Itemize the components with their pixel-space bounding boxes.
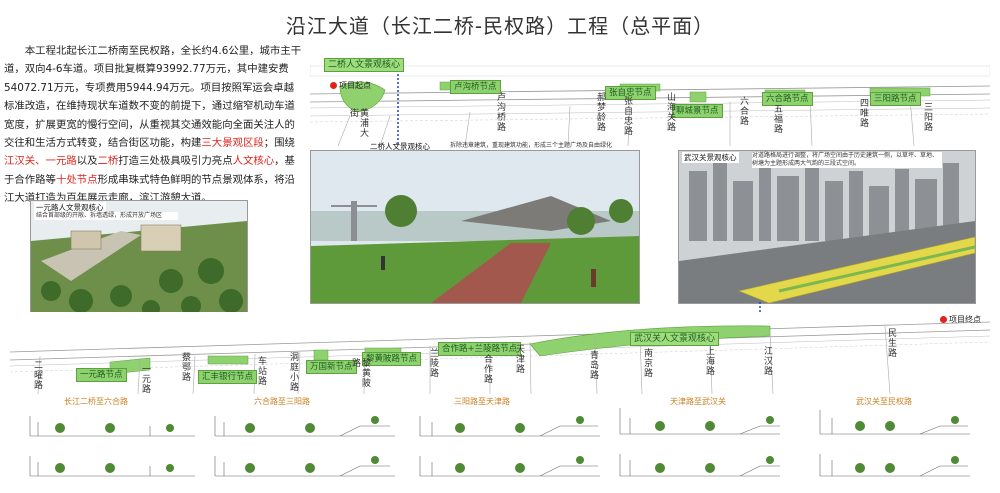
photo-erqiao-title: 二桥人文景观核心 <box>370 142 430 151</box>
end-label: 项目终点 <box>949 315 981 324</box>
intro-part: 本工程北起长江二桥南至民权路，全长约4.6公里，城市主干道，双向4-6车道。项目… <box>4 45 302 150</box>
intro-part: ；围绕 <box>263 137 295 150</box>
end-dot-icon <box>940 316 947 323</box>
road-label: 合作路 <box>482 354 492 384</box>
photo-jianghan-render <box>678 150 976 304</box>
intro-highlight: 十处节点 <box>55 173 98 186</box>
photo-yiyuan-desc: 结合首部级的开敞、拆墙透绿，形成开放广场区 <box>34 212 178 220</box>
road-label: 天津路 <box>514 344 524 374</box>
photo-jianghan-desc: 对道路格局进行调整，将广场空间由于历史建筑一侧，以草坪、草地、树塘为主题形成两大… <box>752 152 942 168</box>
intro-highlight: 人文核心 <box>232 155 275 168</box>
road-label: 一元路 <box>140 364 150 394</box>
road-label: 青岛路 <box>588 350 598 380</box>
road-label: 江汉路 <box>762 346 772 376</box>
intro-highlight: 三大景观区段 <box>201 137 264 150</box>
node-tag-luhan: 卢沟桥节点 <box>450 80 501 94</box>
road-label: 张自忠路 <box>622 96 632 136</box>
node-tag-lijiang: 聊城景节点 <box>672 104 723 118</box>
start-marker: 项目起点 <box>330 80 371 91</box>
node-tag-liuhe: 六合路节点 <box>762 92 813 106</box>
road-label: 洞庭小路 <box>288 352 298 392</box>
road-label: 蔡鄂路 <box>180 352 190 382</box>
node-tag-yiyuan: 一元路节点 <box>76 368 127 382</box>
road-label: 五福路 <box>772 104 782 134</box>
start-dot-icon <box>330 82 337 89</box>
photo-erqiao-desc: 拆除违章建筑，重现建筑功能，形成三个主题广场及自由绿化 <box>450 142 613 149</box>
intro-text: 本工程北起长江二桥南至民权路，全长约4.6公里，城市主干道，双向4-6车道。项目… <box>4 42 304 208</box>
intro-highlight: 二桥 <box>97 155 119 168</box>
node-tag-erqiao: 二桥人文景观核心 <box>324 58 405 72</box>
cross-sections: 长江二桥至六合路 六合路至三阳路 三阳路至天津路 天津路至武汉关 武汉关至民权路 <box>20 396 980 492</box>
road-label: 二曜路 <box>32 360 42 390</box>
photo-erqiao-render <box>310 150 640 304</box>
intro-highlight: 江汉关、一元路 <box>4 155 77 168</box>
road-label: 郝梦龄路 <box>595 92 605 132</box>
intro-part: 以及 <box>76 155 98 168</box>
end-marker: 项目终点 <box>940 314 981 325</box>
erqiao-render-image <box>311 151 639 303</box>
photo-jianghan-title: 武汉关景观核心 <box>682 152 739 163</box>
intro-part: 打造三处极具吸引力亮点 <box>118 155 233 168</box>
node-tag-hezuo: 合作路+兰陵路节点 <box>438 342 522 356</box>
road-label: 南京路 <box>642 348 652 378</box>
page-title: 沿江大道（长江二桥-民权路）工程（总平面） <box>285 14 715 38</box>
node-tag-sanyang: 三阳路节点 <box>870 92 921 106</box>
node-tag-wanguo: 万国新节点 <box>306 360 357 374</box>
node-tag-huiting: 汇丰银行节点 <box>198 370 258 384</box>
road-label: 山海关路 <box>665 92 675 132</box>
node-tag-jianghan: 武汉关人文景观核心 <box>630 332 720 346</box>
jianghan-render-image <box>679 151 975 303</box>
road-label: 黄浦大街 <box>348 108 368 138</box>
bottom-site-plan: 一元路节点 汇丰银行节点 万国新节点 黎黄陂路节点 合作路+兰陵路节点 武汉关人… <box>10 312 990 394</box>
road-label: 兰陵路 <box>428 348 438 378</box>
start-label: 项目起点 <box>339 81 371 90</box>
road-label: 民生路 <box>886 328 896 358</box>
road-label: 六合路 <box>738 96 748 126</box>
road-label: 车站路 <box>256 356 266 386</box>
road-label: 三阳路 <box>922 102 932 132</box>
road-label: 黎黄陂路 <box>350 358 370 388</box>
road-label: 四唯路 <box>858 98 868 128</box>
cross-section-drawings <box>29 408 970 477</box>
node-tag-liyuan: 黎黄陂路节点 <box>362 352 422 366</box>
road-label: 上海路 <box>704 346 714 376</box>
road-label: 卢沟桥路 <box>495 92 505 132</box>
top-site-plan: 二桥人文景观核心 卢沟桥节点 张自忠节点 聊城景节点 六合路节点 三阳路节点 项… <box>310 46 990 146</box>
